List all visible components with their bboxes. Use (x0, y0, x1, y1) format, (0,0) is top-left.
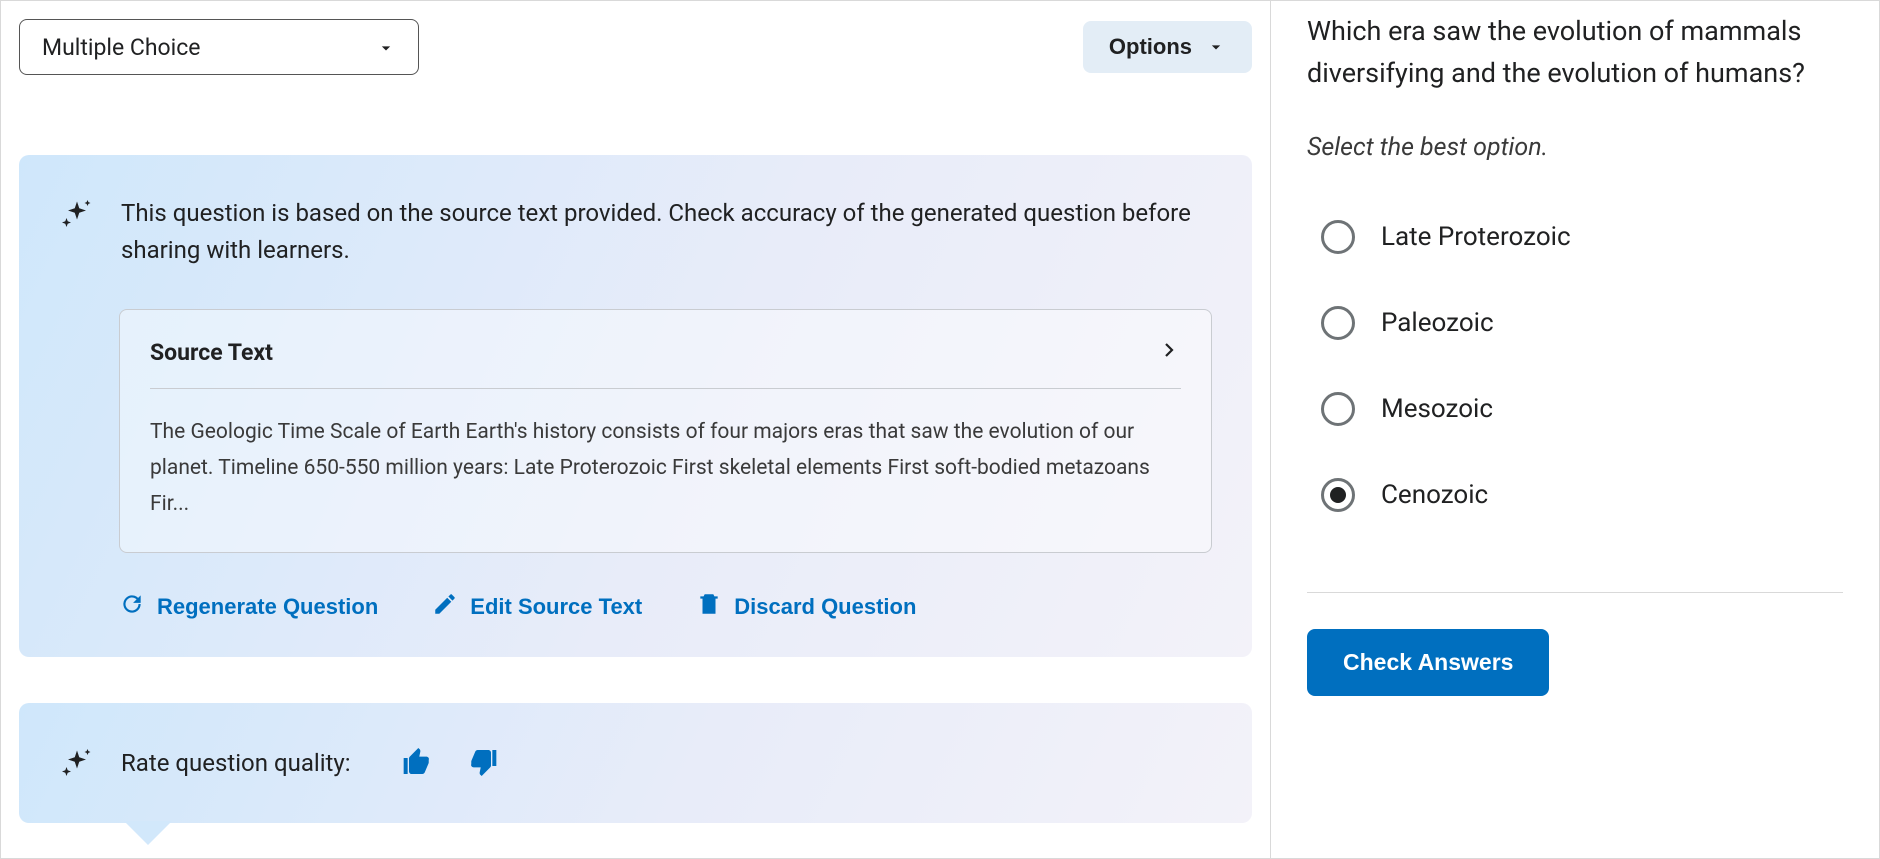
edit-source-text-button[interactable]: Edit Source Text (432, 591, 642, 623)
source-text-body: The Geologic Time Scale of Earth Earth's… (150, 415, 1181, 522)
check-answers-button[interactable]: Check Answers (1307, 629, 1549, 696)
discard-question-button[interactable]: Discard Question (696, 591, 916, 623)
answer-option[interactable]: Late Proterozoic (1321, 220, 1843, 254)
editor-top-row: Multiple Choice Options (19, 19, 1252, 75)
editor-panel: Multiple Choice Options This quest (1, 1, 1271, 858)
ai-source-card: This question is based on the source tex… (19, 155, 1252, 657)
ai-actions-row: Regenerate Question Edit Source Text Dis… (119, 591, 1212, 623)
pencil-icon (432, 591, 458, 623)
answer-option-label: Paleozoic (1381, 308, 1494, 338)
radio-icon (1321, 306, 1355, 340)
edit-source-label: Edit Source Text (470, 594, 642, 620)
answer-option[interactable]: Mesozoic (1321, 392, 1843, 426)
question-type-value: Multiple Choice (42, 34, 200, 61)
radio-icon (1321, 478, 1355, 512)
question-text: Which era saw the evolution of mammals d… (1307, 11, 1843, 95)
options-label: Options (1109, 34, 1192, 60)
sparkle-icon (59, 746, 95, 782)
answer-option[interactable]: Paleozoic (1321, 306, 1843, 340)
check-answers-label: Check Answers (1343, 649, 1513, 675)
ai-info-text: This question is based on the source tex… (121, 195, 1212, 269)
thumbs-up-button[interactable] (397, 743, 437, 783)
divider (1307, 592, 1843, 593)
options-button[interactable]: Options (1083, 21, 1252, 73)
question-type-select[interactable]: Multiple Choice (19, 19, 419, 75)
chevron-down-icon (1206, 37, 1226, 57)
answer-option-label: Cenozoic (1381, 480, 1488, 510)
expand-right-icon[interactable] (1157, 338, 1181, 366)
answer-option[interactable]: Cenozoic (1321, 478, 1843, 512)
radio-icon (1321, 392, 1355, 426)
discard-label: Discard Question (734, 594, 916, 620)
question-instruction: Select the best option. (1307, 133, 1843, 162)
radio-icon (1321, 220, 1355, 254)
thumbs-down-button[interactable] (463, 743, 503, 783)
refresh-icon (119, 591, 145, 623)
preview-panel: Which era saw the evolution of mammals d… (1271, 1, 1879, 858)
source-text-box: Source Text The Geologic Time Scale of E… (119, 309, 1212, 553)
answer-option-label: Mesozoic (1381, 394, 1493, 424)
regenerate-label: Regenerate Question (157, 594, 378, 620)
sparkle-icon (59, 197, 95, 233)
regenerate-question-button[interactable]: Regenerate Question (119, 591, 378, 623)
source-text-title: Source Text (150, 339, 273, 366)
trash-icon (696, 591, 722, 623)
answer-options-group: Late Proterozoic Paleozoic Mesozoic Ceno… (1321, 220, 1843, 512)
rate-quality-card: Rate question quality: (19, 703, 1252, 823)
rate-quality-label: Rate question quality: (121, 749, 351, 777)
answer-option-label: Late Proterozoic (1381, 222, 1571, 252)
chevron-down-icon (376, 37, 396, 57)
